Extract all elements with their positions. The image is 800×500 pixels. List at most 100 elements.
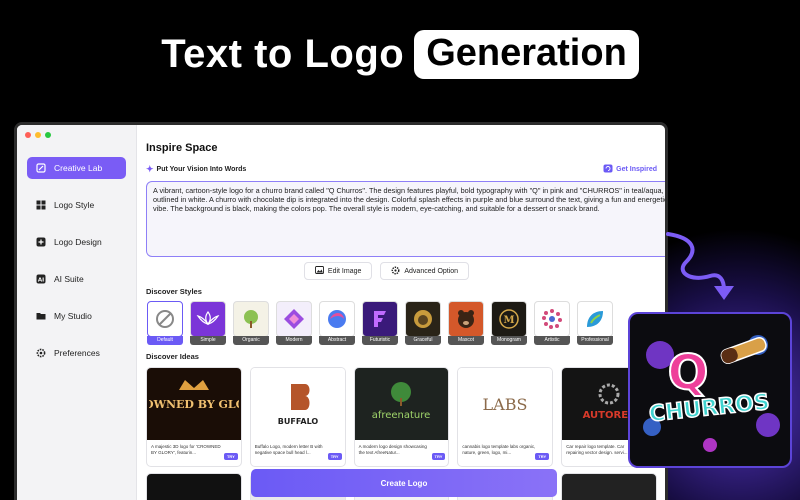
get-inspired-button[interactable]: Get Inspired <box>603 164 657 175</box>
advanced-option-label: Advanced Option <box>404 267 459 275</box>
style-label: Artistic <box>534 336 570 345</box>
try-button[interactable]: TRY <box>223 453 238 460</box>
try-button[interactable]: TRY <box>327 453 342 460</box>
sidebar-item-label: Creative Lab <box>54 163 103 173</box>
svg-text:M: M <box>503 315 514 326</box>
style-futuristic[interactable]: Futuristic <box>361 301 399 345</box>
style-label: Monogram <box>491 336 527 345</box>
create-logo-button[interactable]: Create Logo <box>251 469 557 497</box>
get-inspired-label: Get Inspired <box>616 166 657 173</box>
headline-highlight: Generation <box>414 30 639 79</box>
image-icon <box>314 266 324 276</box>
edit-icon <box>35 163 46 174</box>
discover-styles-heading: Discover Styles <box>146 287 202 296</box>
ai-icon: AI <box>35 274 46 285</box>
sidebar-item-preferences[interactable]: Preferences <box>27 342 126 364</box>
no-style-icon <box>147 301 183 337</box>
prompt-textarea[interactable]: A vibrant, cartoon-style logo for a chur… <box>146 181 665 257</box>
style-mascot[interactable]: Mascot <box>447 301 485 345</box>
labs-logo-art: LABS <box>458 368 553 440</box>
style-organic[interactable]: Organic <box>232 301 270 345</box>
style-abstract[interactable]: Abstract <box>318 301 356 345</box>
curved-arrow-icon <box>666 232 734 300</box>
try-button[interactable]: TRY <box>535 453 550 460</box>
style-artistic[interactable]: Artistic <box>533 301 571 345</box>
vision-label: Put Your Vision Into Words <box>156 166 247 173</box>
sidebar-item-label: AI Suite <box>54 274 84 284</box>
idea-card[interactable]: CROWNED BY GLORY A majestic 3D logo for … <box>146 367 242 467</box>
vision-label-group: ✦ Put Your Vision Into Words <box>146 164 246 175</box>
sidebar-item-my-studio[interactable]: My Studio <box>27 305 126 327</box>
buffalo-logo-art: BUFFALO <box>250 368 345 440</box>
idea-caption: A majestic 3D logo for 'CROWNED BY GLORY… <box>151 444 221 455</box>
edit-image-button[interactable]: Edit Image <box>303 262 373 280</box>
logo-q-text: Q <box>668 345 709 401</box>
svg-text:AI: AI <box>37 277 43 283</box>
discover-ideas-heading: Discover Ideas <box>146 352 199 361</box>
style-modern[interactable]: Modern <box>275 301 313 345</box>
monogram-icon: M <box>491 301 527 337</box>
stage: Text to Logo Generation Creative Lab Log… <box>0 0 800 500</box>
style-professional[interactable]: Professional <box>576 301 614 345</box>
refresh-icon <box>603 164 613 175</box>
sidebar-item-ai-suite[interactable]: AI AI Suite <box>27 268 126 290</box>
leaf-icon <box>577 301 613 337</box>
f-letter-icon <box>362 301 398 337</box>
idea-card[interactable]: BUFFALO Buffalo Logo, modern letter B wi… <box>249 367 346 467</box>
sidebar-item-label: My Studio <box>54 311 92 321</box>
style-monogram[interactable]: M Monogram <box>490 301 528 345</box>
diamond-icon <box>276 301 312 337</box>
page-title: Inspire Space <box>146 142 218 154</box>
sidebar: Creative Lab Logo Style Logo Design AI A… <box>17 125 137 500</box>
style-simple[interactable]: Simple <box>189 301 227 345</box>
advanced-option-button[interactable]: Advanced Option <box>380 262 470 280</box>
main-panel: Inspire Space ✦ Put Your Vision Into Wor… <box>138 125 665 500</box>
art-text: CROWNED BY GLORY <box>149 398 239 411</box>
grid-icon <box>35 200 46 211</box>
vision-row: ✦ Put Your Vision Into Words Get Inspire… <box>146 164 657 175</box>
idea-card[interactable] <box>146 473 242 500</box>
sparkle-icon: ✦ <box>146 164 154 174</box>
logo-brand-text: CHURROS <box>648 390 771 427</box>
style-label: Futuristic <box>362 336 398 345</box>
swirl-icon <box>319 301 355 337</box>
afreenature-logo-art: afreenature <box>354 368 449 440</box>
ideas-row: CROWNED BY GLORY A majestic 3D logo for … <box>146 367 657 467</box>
minimize-dot-icon[interactable] <box>35 132 41 138</box>
idea-caption: cannabis logo template labs organic, nat… <box>462 444 536 455</box>
sidebar-item-logo-design[interactable]: Logo Design <box>27 231 126 253</box>
close-dot-icon[interactable] <box>25 132 31 138</box>
maximize-dot-icon[interactable] <box>45 132 51 138</box>
window-controls <box>25 132 51 138</box>
lotus-icon <box>190 301 226 337</box>
style-label: Professional <box>577 336 613 345</box>
plus-square-icon <box>35 237 46 248</box>
styles-row: Default Simple Organic Modern Abstract F… <box>146 301 657 345</box>
sidebar-item-creative-lab[interactable]: Creative Lab <box>27 157 126 179</box>
style-label: Organic <box>233 336 269 345</box>
folder-icon <box>35 311 46 322</box>
style-label: Simple <box>190 336 226 345</box>
action-row: Edit Image Advanced Option <box>116 262 657 280</box>
bear-icon <box>448 301 484 337</box>
headline: Text to Logo Generation <box>0 30 800 79</box>
style-label: Graceful <box>405 336 441 345</box>
tree-icon <box>233 301 269 337</box>
crowned-logo-art: CROWNED BY GLORY <box>147 368 241 440</box>
headline-text: Text to Logo <box>161 32 405 76</box>
try-button[interactable]: TRY <box>431 453 446 460</box>
style-default[interactable]: Default <box>146 301 184 345</box>
idea-card[interactable]: afreenature A modern logo design showcas… <box>353 367 450 467</box>
style-graceful[interactable]: Graceful <box>404 301 442 345</box>
art-text: LABS <box>483 395 528 414</box>
sidebar-item-logo-style[interactable]: Logo Style <box>27 194 126 216</box>
settings-icon <box>391 266 400 277</box>
lion-icon <box>405 301 441 337</box>
sidebar-item-label: Preferences <box>54 348 100 358</box>
idea-caption: Buffalo Logo, modern letter B with negat… <box>254 444 323 455</box>
edit-image-label: Edit Image <box>327 267 362 275</box>
sidebar-item-label: Logo Design <box>54 237 102 247</box>
idea-card[interactable]: LABS cannabis logo template labs organic… <box>457 367 554 467</box>
sidebar-item-label: Logo Style <box>54 200 95 210</box>
idea-card[interactable] <box>561 473 657 500</box>
